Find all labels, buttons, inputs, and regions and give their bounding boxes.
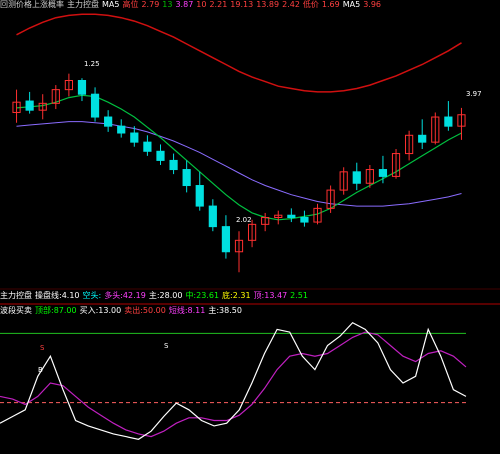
- price-low-label: 2.02: [236, 216, 252, 224]
- candle-body: [195, 185, 204, 207]
- osc-white-line: [0, 321, 467, 440]
- candle-body: [444, 116, 453, 127]
- candle-body: [418, 134, 427, 143]
- candle-body: [104, 116, 113, 127]
- osc-left-mid-label: B: [38, 366, 43, 374]
- ma-short-line: [16, 94, 462, 221]
- candle-body: [77, 80, 87, 95]
- price-ymax-label: 1.25: [84, 60, 100, 68]
- price-pane: [12, 13, 466, 273]
- candle-body: [169, 159, 178, 171]
- candle-body: [130, 132, 139, 143]
- osc-magenta-line: [0, 331, 467, 438]
- candle-body: [352, 171, 361, 184]
- candle-body: [300, 217, 309, 223]
- ma-long-line: [16, 121, 462, 207]
- osc-right-top-label: S: [164, 342, 169, 350]
- candle-body: [143, 141, 152, 152]
- price-high-label: 3.97: [466, 90, 482, 98]
- candle-body: [378, 169, 388, 177]
- candle-body: [182, 169, 191, 187]
- candle-body: [90, 93, 100, 118]
- candle-body: [221, 226, 231, 253]
- candle-body: [117, 125, 126, 134]
- candle-body: [156, 150, 165, 161]
- candle-body: [25, 100, 34, 111]
- oscillator-pane: [0, 321, 467, 440]
- stock-chart[interactable]: 3.97 2.02 1.25 S B S: [0, 0, 500, 454]
- candle-body: [287, 214, 296, 218]
- candle-body: [208, 205, 217, 228]
- osc-left-top-label: S: [40, 344, 45, 352]
